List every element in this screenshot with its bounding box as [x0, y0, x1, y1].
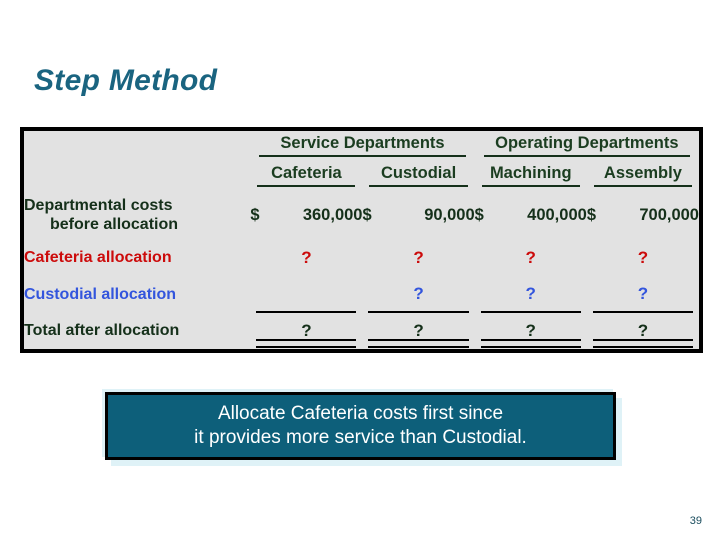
group-header-operating-departments-label: Operating Departments [495, 134, 679, 153]
group-header-spacer [24, 131, 250, 161]
group-header-service-rule [259, 155, 466, 158]
row-label-total-after-allocation: Total after allocation [24, 313, 250, 349]
cell-total-cafeteria: ? [250, 313, 362, 349]
cell-total-machining: ? [475, 313, 587, 349]
column-header-custodial: Custodial [362, 161, 474, 191]
cell-cafeteria-allocation-assembly: ? [637, 248, 649, 268]
table-row: Cafeteria allocation ? ? ? ? [24, 240, 699, 276]
table-group-header-row: Service Departments Operating Department… [24, 131, 699, 161]
table-row: Custodial allocation ? ? ? [24, 276, 699, 313]
cell-total-assembly: ? [587, 313, 699, 349]
row-label-departmental-costs-line1: Departmental costs [24, 196, 173, 214]
cell-costs-assembly: $ 700,000 [587, 191, 699, 240]
group-header-service-departments-label: Service Departments [280, 134, 445, 153]
column-header-assembly: Assembly [587, 161, 699, 191]
cell-cafeteria-allocation-custodial: ? [413, 248, 424, 268]
cell-costs-assembly-symbol: $ [586, 205, 596, 224]
cell-costs-custodial-amount: 90,000 [424, 205, 475, 224]
group-header-service-departments: Service Departments [250, 131, 474, 161]
column-header-cafeteria-rule [257, 185, 356, 188]
row-label-cafeteria-allocation-text: Cafeteria allocation [24, 249, 172, 267]
cell-costs-cafeteria-symbol: $ [250, 205, 260, 224]
column-header-machining: Machining [475, 161, 587, 191]
cell-custodial-allocation-custodial: ? [362, 276, 474, 313]
column-header-machining-rule [481, 185, 580, 188]
cell-costs-custodial: $ 90,000 [362, 191, 474, 240]
page-number: 39 [689, 515, 702, 527]
cell-custodial-allocation-assembly: ? [587, 276, 699, 313]
cell-custodial-allocation-cafeteria [250, 276, 362, 313]
cell-total-custodial: ? [362, 313, 474, 349]
cell-costs-assembly-amount: 700,000 [639, 205, 699, 224]
group-header-operating-departments: Operating Departments [475, 131, 699, 161]
cell-costs-machining: $ 400,000 [475, 191, 587, 240]
column-header-custodial-label: Custodial [380, 164, 457, 183]
cell-custodial-allocation-machining: ? [475, 276, 587, 313]
table-column-header-row: Cafeteria Custodial Machining Assembly [24, 161, 699, 191]
column-header-cafeteria-label: Cafeteria [271, 164, 342, 183]
table-row: Total after allocation ? ? ? ? [24, 313, 699, 349]
column-header-custodial-rule [369, 185, 468, 188]
column-header-spacer [24, 161, 250, 191]
cell-cafeteria-allocation-cafeteria: ? [301, 248, 312, 268]
row-label-departmental-costs-line2: before allocation [50, 216, 179, 234]
column-header-machining-label: Machining [489, 164, 572, 183]
table-row: Departmental costs before allocation $ 3… [24, 191, 699, 240]
cell-costs-cafeteria-amount: 360,000 [302, 205, 363, 224]
callout-text: Allocate Cafeteria costs first since it … [194, 402, 527, 448]
row-label-custodial-allocation-text: Custodial allocation [24, 285, 177, 303]
cell-costs-machining-amount: 400,000 [527, 205, 587, 224]
cell-costs-custodial-symbol: $ [362, 205, 372, 224]
column-header-cafeteria: Cafeteria [250, 161, 362, 191]
cell-costs-machining-symbol: $ [474, 205, 484, 224]
column-header-assembly-rule [593, 185, 692, 188]
row-label-cafeteria-allocation: Cafeteria allocation [24, 240, 250, 276]
cell-cafeteria-allocation-machining: ? [525, 248, 536, 268]
page-title: Step Method [34, 64, 218, 97]
cost-allocation-table: Service Departments Operating Department… [20, 127, 703, 353]
cell-costs-cafeteria: $ 360,000 [250, 191, 362, 240]
column-header-assembly-label: Assembly [603, 164, 682, 183]
group-header-operating-rule [483, 155, 690, 158]
callout-box: Allocate Cafeteria costs first since it … [105, 392, 616, 460]
row-label-departmental-costs: Departmental costs before allocation [24, 191, 250, 240]
row-label-custodial-allocation: Custodial allocation [24, 276, 250, 312]
row-label-total-after-allocation-text: Total after allocation [24, 322, 180, 340]
